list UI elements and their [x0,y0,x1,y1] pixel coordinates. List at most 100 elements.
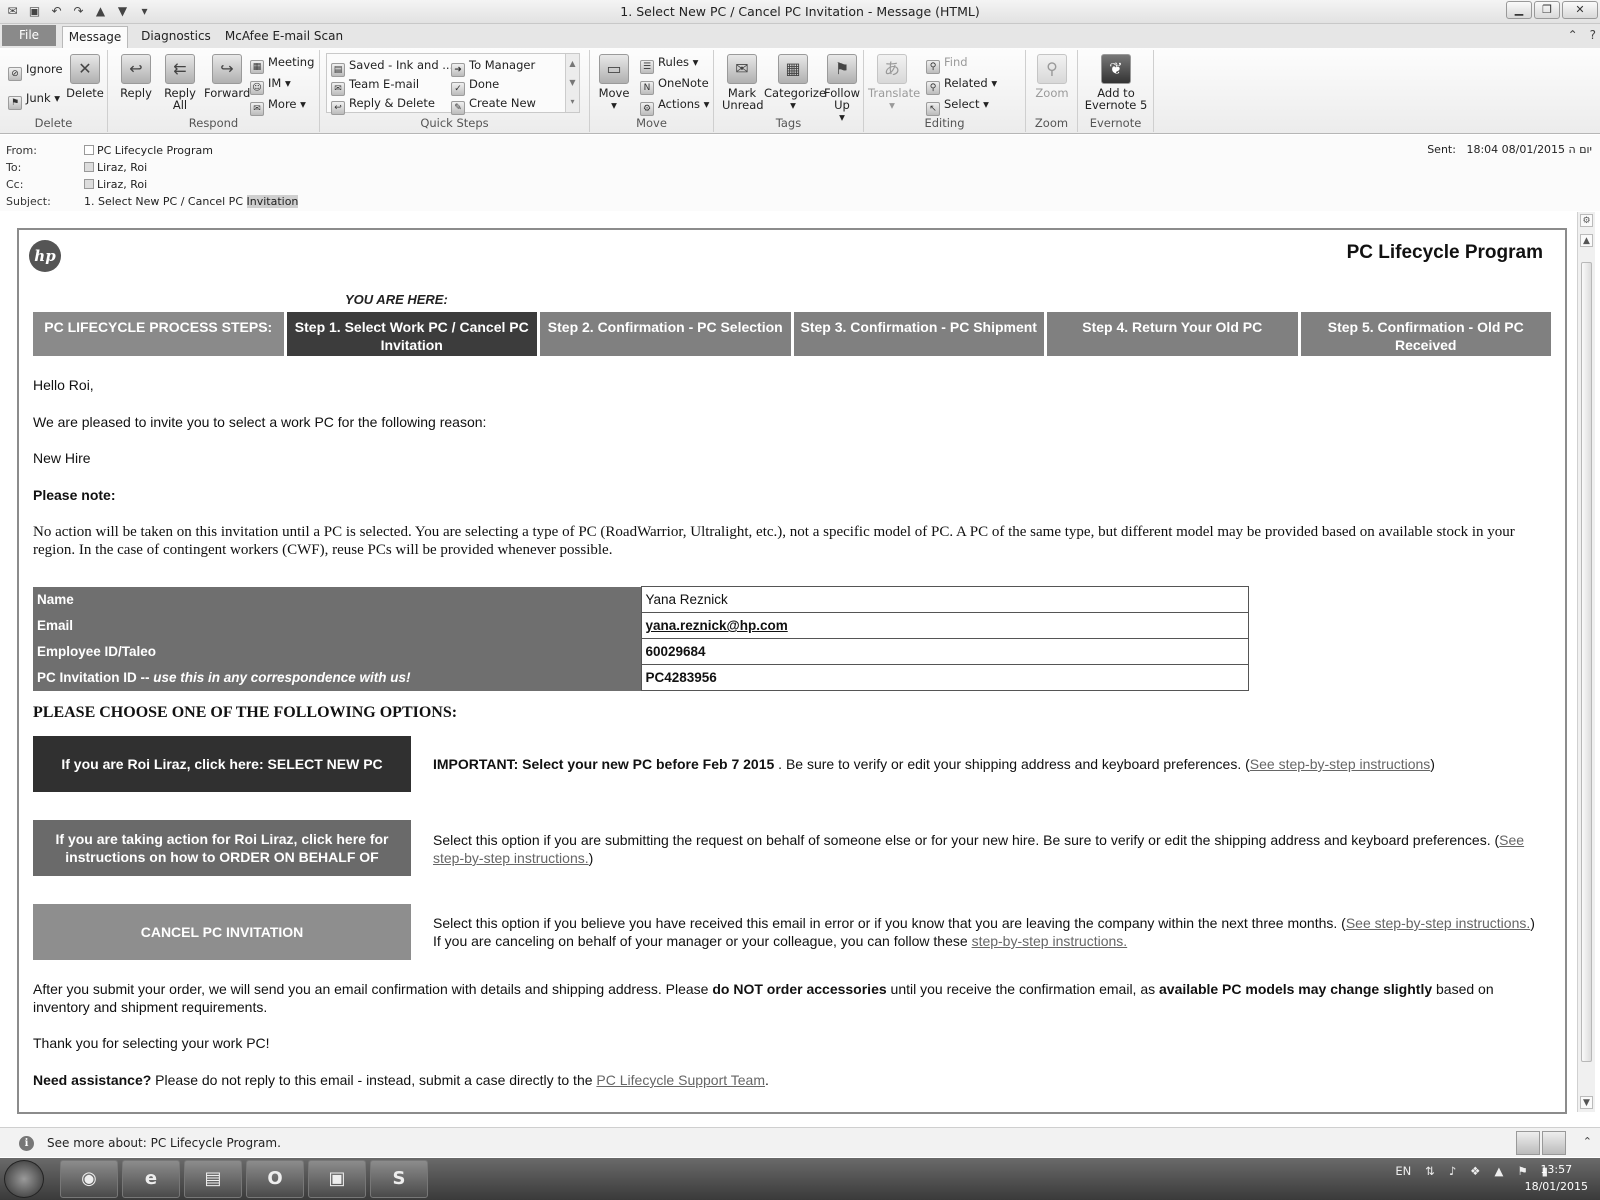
thanks-line: Thank you for selecting your work PC! [33,1035,270,1051]
qs-done[interactable]: ✓ Done [451,77,499,96]
group-label-tags: Tags [775,116,802,130]
qs-to-manager[interactable]: ➜ To Manager [451,58,535,77]
chrome-taskbar-icon[interactable]: ◉ [60,1160,118,1198]
categorize-button[interactable]: ▦ Categorize ▾ [764,54,826,111]
qs-reply-delete[interactable]: ↩ Reply & Delete [331,96,435,115]
find-button[interactable]: ⚲ Find [926,55,968,74]
tab-file[interactable]: File [2,25,56,46]
employee-id-label: Employee ID/Taleo [33,638,641,665]
clock[interactable]: 13:57 18/01/2015 [1525,1161,1588,1195]
move-button[interactable]: ▭ Move ▾ [596,54,632,111]
to-manager-icon: ➜ [451,63,465,77]
add-to-evernote-button[interactable]: ❦ Add to Evernote 5 [1084,54,1148,111]
forward-button[interactable]: ↪ Forward [204,54,250,99]
ribbon-tabs: File Message Diagnostics McAfee E-mail S… [0,24,1600,48]
start-button[interactable] [4,1160,44,1198]
option3-instructions-link[interactable]: See step-by-step instructions. [1346,915,1530,931]
collapse-ribbon-icon[interactable]: ⌃ [1568,28,1578,42]
onenote-button[interactable]: N OneNote [640,76,709,95]
order-on-behalf-button[interactable]: If you are taking action for Roi Liraz, … [33,820,411,876]
actions-button[interactable]: ⚙ Actions ▾ [640,97,709,116]
ribbon: ⊘ Ignore ⚑ Junk ▾ ✕ Delete Delete ↩ Reply ⇇ R… [0,48,1600,134]
cc-value[interactable]: Liraz, Roi [84,178,147,191]
tab-mcafee[interactable]: McAfee E-mail Scan [222,26,346,48]
volume-icon[interactable]: ♪ [1449,1164,1456,1178]
sent-info: Sent: יום ה 08/01/2015 18:04 [1427,143,1592,156]
contact-status-icon [84,162,94,172]
options-heading: PLEASE CHOOSE ONE OF THE FOLLOWING OPTIO… [33,704,458,721]
body-scrollbar[interactable]: ⚙ ▲ ▼ [1577,212,1595,1112]
qs-saved-ink[interactable]: ▤ Saved - Ink and ... [331,58,453,77]
subject-label: Subject: [6,195,51,208]
from-value[interactable]: PC Lifecycle Program [84,144,213,157]
skype-taskbar-icon[interactable]: S [370,1160,428,1198]
group-quick-steps: ▤ Saved - Ink and ... ➜ To Manager ✉ Team E… [320,50,590,132]
table-row: PC Invitation ID -- use this in any corr… [33,664,1249,691]
invitation-id-value: PC4283956 [640,664,1249,691]
more-button[interactable]: ✉ More ▾ [250,97,306,116]
group-label-move: Move [636,116,667,130]
mark-unread-button[interactable]: ✉ Mark Unread [722,54,764,111]
scroll-settings-icon[interactable]: ⚙ [1580,214,1593,227]
qs-team-email[interactable]: ✉ Team E-mail [331,77,419,96]
tab-diagnostics[interactable]: Diagnostics [136,26,216,48]
note-heading: Please note: [33,487,116,503]
internet-explorer-taskbar-icon[interactable]: e [122,1160,180,1198]
person-avatar-icon[interactable] [1542,1131,1566,1155]
outlook-taskbar-icon[interactable]: O [246,1160,304,1198]
close-button[interactable]: ✕ [1562,1,1598,19]
scroll-down-icon[interactable]: ▼ [1580,1096,1593,1109]
drive-icon[interactable]: ▲ [1494,1164,1503,1178]
im-button[interactable]: ☺ IM ▾ [250,76,291,95]
cc-label: Cc: [6,178,24,191]
person-avatar-icon[interactable] [1516,1131,1540,1155]
help-icon[interactable]: ? [1590,28,1596,42]
minimize-button[interactable]: ▁ [1506,1,1532,19]
group-label-delete: Delete [34,116,73,130]
follow-up-button[interactable]: ⚑ Follow Up ▾ [824,54,860,123]
to-value[interactable]: Liraz, Roi [84,161,147,174]
reply-button[interactable]: ↩ Reply [116,54,156,99]
language-indicator[interactable]: EN [1395,1164,1411,1178]
option3-colleague-instructions-link[interactable]: step-by-step instructions. [972,933,1128,949]
cancel-pc-invitation-button[interactable]: CANCEL PC INVITATION [33,904,411,960]
more-icon: ✉ [250,102,264,116]
rules-button[interactable]: ☰ Rules ▾ [640,55,698,74]
reply-all-button[interactable]: ⇇ Reply All [160,54,200,111]
message-header: From: PC Lifecycle Program To: Liraz, Ro… [0,135,1600,211]
group-tags: ✉ Mark Unread ▦ Categorize ▾ ⚑ Follow Up ▾ T… [714,50,864,132]
delete-button[interactable]: ✕ Delete [66,54,104,99]
hp-logo: hp [29,240,61,272]
support-team-link[interactable]: PC Lifecycle Support Team [596,1072,765,1088]
zoom-button[interactable]: ⚲ Zoom [1034,54,1070,99]
delete-x-icon: ✕ [70,54,100,84]
translate-button[interactable]: あ Translate ▾ [868,54,920,111]
junk-button[interactable]: ⚑ Junk ▾ [8,91,60,110]
option3-description: Select this option if you believe you ha… [433,915,1535,949]
binoculars-icon: ⚲ [926,60,940,74]
step-3: Step 3. Confirmation - PC Shipment [793,312,1044,356]
select-new-pc-button[interactable]: If you are Roi Liraz, click here: SELECT… [33,736,411,792]
remote-desktop-taskbar-icon[interactable]: ▣ [308,1160,366,1198]
expand-people-pane-icon[interactable]: ⌃ [1583,1135,1592,1148]
scroll-up-icon[interactable]: ▲ [1580,234,1593,247]
email-link[interactable]: yana.reznick@hp.com [640,612,1249,639]
meeting-button[interactable]: ▦ Meeting [250,55,314,74]
quick-steps-scroll[interactable]: ▲ ▼ ▾ [565,54,579,112]
ribbon-corner-controls: ⌃ ? [1568,28,1596,42]
select-button[interactable]: ↖ Select ▾ [926,97,989,116]
file-explorer-taskbar-icon[interactable]: ▤ [184,1160,242,1198]
group-label-zoom: Zoom [1034,116,1069,130]
qs-create-new[interactable]: ✎ Create New [451,96,536,115]
dropbox-icon[interactable]: ❖ [1470,1164,1480,1178]
maximize-button[interactable]: ❐ [1534,1,1560,19]
related-button[interactable]: ⚲ Related ▾ [926,76,997,95]
you-are-here-label: YOU ARE HERE: [345,292,448,307]
see-more-about[interactable]: See more about: PC Lifecycle Program. [47,1136,281,1150]
option1-instructions-link[interactable]: See step-by-step instructions [1250,756,1431,772]
reason: New Hire [33,450,91,466]
tab-message[interactable]: Message [62,26,128,48]
scroll-thumb[interactable] [1581,262,1592,1062]
ignore-button[interactable]: ⊘ Ignore [8,62,63,81]
network-icon[interactable]: ⇅ [1425,1164,1435,1178]
